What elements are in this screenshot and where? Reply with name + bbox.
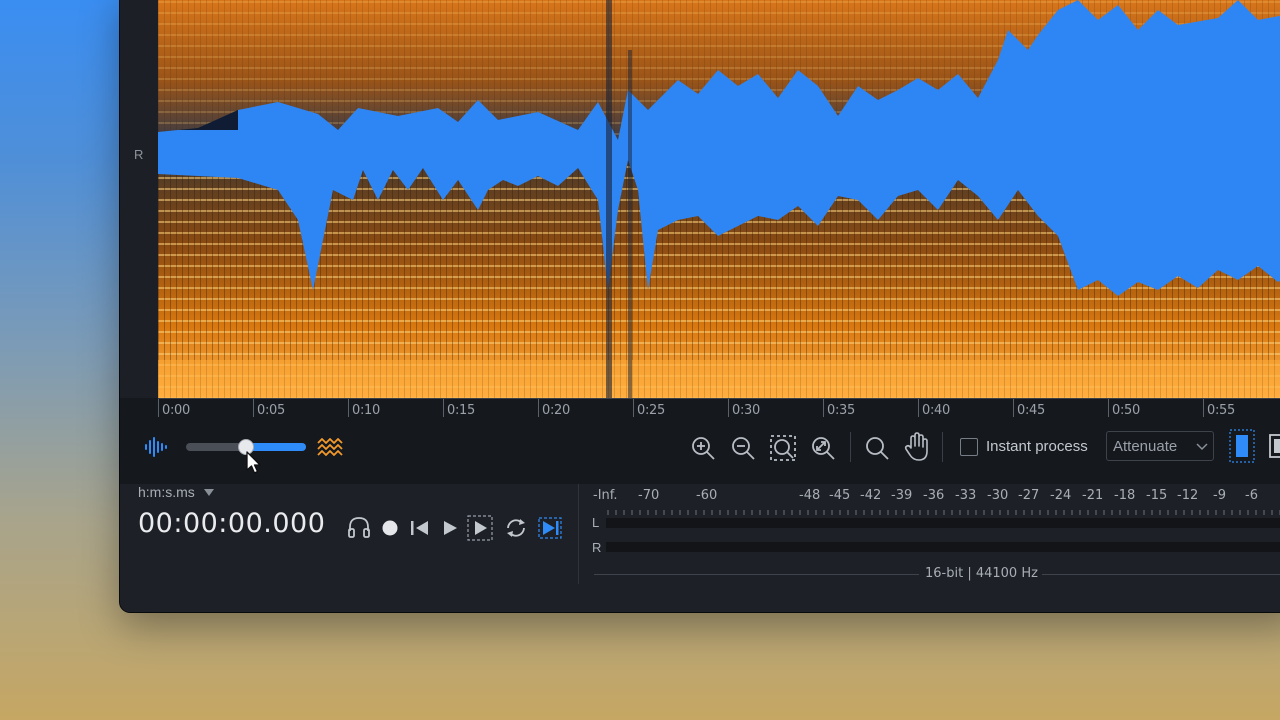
meter-scale-label: -21	[1082, 488, 1104, 503]
time-tick: 0:10	[348, 399, 380, 418]
meter-scale-label: -6	[1245, 488, 1258, 503]
meter-scale-label: -9	[1213, 488, 1226, 503]
transport-and-meter-panel: h:m:s.ms 00:00:00.000 -Inf. -70 -60 -48	[120, 484, 1280, 612]
skip-back-icon[interactable]	[408, 516, 432, 540]
view-controls-bar: Instant process Attenuate	[120, 422, 1280, 474]
play-selection-icon[interactable]	[466, 514, 494, 542]
instant-process-label: Instant process	[986, 438, 1088, 455]
waveform-icon[interactable]	[142, 436, 172, 458]
time-tick: 0:40	[918, 399, 950, 418]
time-tick: 0:45	[1013, 399, 1045, 418]
time-tick: 0:00	[158, 399, 190, 418]
time-tick-label: 0:10	[352, 403, 380, 418]
meter-scale-label: -36	[923, 488, 945, 503]
meter-scale-label: -45	[829, 488, 851, 503]
time-tick: 0:05	[253, 399, 285, 418]
chevron-down-icon	[1195, 436, 1209, 461]
format-divider-line	[594, 574, 919, 575]
loop-icon[interactable]	[502, 514, 530, 542]
play-icon[interactable]	[438, 516, 462, 540]
timeline-ruler[interactable]: 0:00 0:05 0:10 0:15 0:20 0:25 0:30 0:35 …	[158, 398, 1280, 423]
meter-scale-label: -48	[799, 488, 821, 503]
single-view-toggle-icon[interactable]	[1228, 428, 1256, 464]
meter-scale-label: -70	[638, 488, 660, 503]
instant-process-checkbox[interactable]	[960, 438, 978, 456]
audio-format-info: 16-bit | 44100 Hz	[925, 566, 1038, 581]
caret-down-icon	[203, 489, 214, 496]
meter-left-bar	[606, 518, 1280, 528]
time-tick-label: 0:55	[1207, 403, 1235, 418]
zoom-to-selection-icon[interactable]	[768, 433, 798, 463]
zoom-out-icon[interactable]	[728, 433, 758, 463]
time-tick: 0:25	[633, 399, 665, 418]
time-tick: 0:15	[443, 399, 475, 418]
meter-scale-label: -15	[1146, 488, 1168, 503]
meter-scale-label: -24	[1050, 488, 1072, 503]
channel-label-r: R	[134, 147, 144, 162]
zoom-to-fit-icon[interactable]	[808, 433, 838, 463]
play-to-end-icon[interactable]	[536, 514, 564, 542]
time-tick-label: 0:25	[637, 403, 665, 418]
meter-scale-label: -33	[955, 488, 977, 503]
meter-left-label: L	[592, 515, 600, 530]
meter-scale-label: -18	[1114, 488, 1136, 503]
time-tick-label: 0:40	[922, 403, 950, 418]
split-view-toggle-icon[interactable]	[1266, 430, 1280, 462]
magnifier-tool-icon[interactable]	[862, 433, 892, 463]
headphones-icon[interactable]	[346, 514, 372, 540]
meter-scale-label: -Inf.	[593, 488, 618, 503]
meter-scale-label: -39	[891, 488, 913, 503]
spectrogram-icon[interactable]	[316, 434, 344, 460]
spectrogram-view[interactable]	[158, 0, 1280, 398]
toolbar-separator	[850, 432, 851, 462]
time-tick-label: 0:30	[732, 403, 760, 418]
meter-right-bar	[606, 542, 1280, 552]
time-tick: 0:50	[1108, 399, 1140, 418]
spectrogram-image	[158, 0, 1280, 398]
process-mode-value: Attenuate	[1113, 438, 1178, 455]
time-tick: 0:55	[1203, 399, 1235, 418]
meter-scale-label: -27	[1018, 488, 1040, 503]
time-tick-label: 0:00	[162, 403, 190, 418]
meter-scale-label: -60	[696, 488, 718, 503]
time-tick: 0:30	[728, 399, 760, 418]
time-tick-label: 0:50	[1112, 403, 1140, 418]
meter-scale-label: -42	[860, 488, 882, 503]
timecode-display: 00:00:00.000	[138, 508, 326, 539]
record-icon[interactable]	[378, 516, 402, 540]
meter-scale-label: -12	[1177, 488, 1199, 503]
meter-tick-scale	[607, 510, 1280, 515]
time-format-dropdown[interactable]: h:m:s.ms	[138, 484, 215, 500]
time-tick-label: 0:45	[1017, 403, 1045, 418]
time-format-label: h:m:s.ms	[138, 484, 195, 500]
meter-right-label: R	[592, 540, 602, 555]
time-tick: 0:20	[538, 399, 570, 418]
rx-window: R 0:00 0:05 0:10 0:15 0:20 0:25 0:30 0:3…	[120, 0, 1280, 612]
time-tick-label: 0:15	[447, 403, 475, 418]
process-mode-select[interactable]: Attenuate	[1106, 431, 1214, 461]
time-tick-label: 0:20	[542, 403, 570, 418]
channel-gutter: R	[120, 0, 159, 398]
toolbar-separator	[942, 432, 943, 462]
meter-scale-label: -30	[987, 488, 1009, 503]
panel-divider	[578, 484, 579, 584]
mouse-cursor-icon	[244, 450, 264, 476]
zoom-in-icon[interactable]	[688, 433, 718, 463]
hand-tool-icon[interactable]	[902, 431, 932, 463]
time-tick-label: 0:05	[257, 403, 285, 418]
time-tick-label: 0:35	[827, 403, 855, 418]
time-tick: 0:35	[823, 399, 855, 418]
format-divider-line	[1042, 574, 1280, 575]
